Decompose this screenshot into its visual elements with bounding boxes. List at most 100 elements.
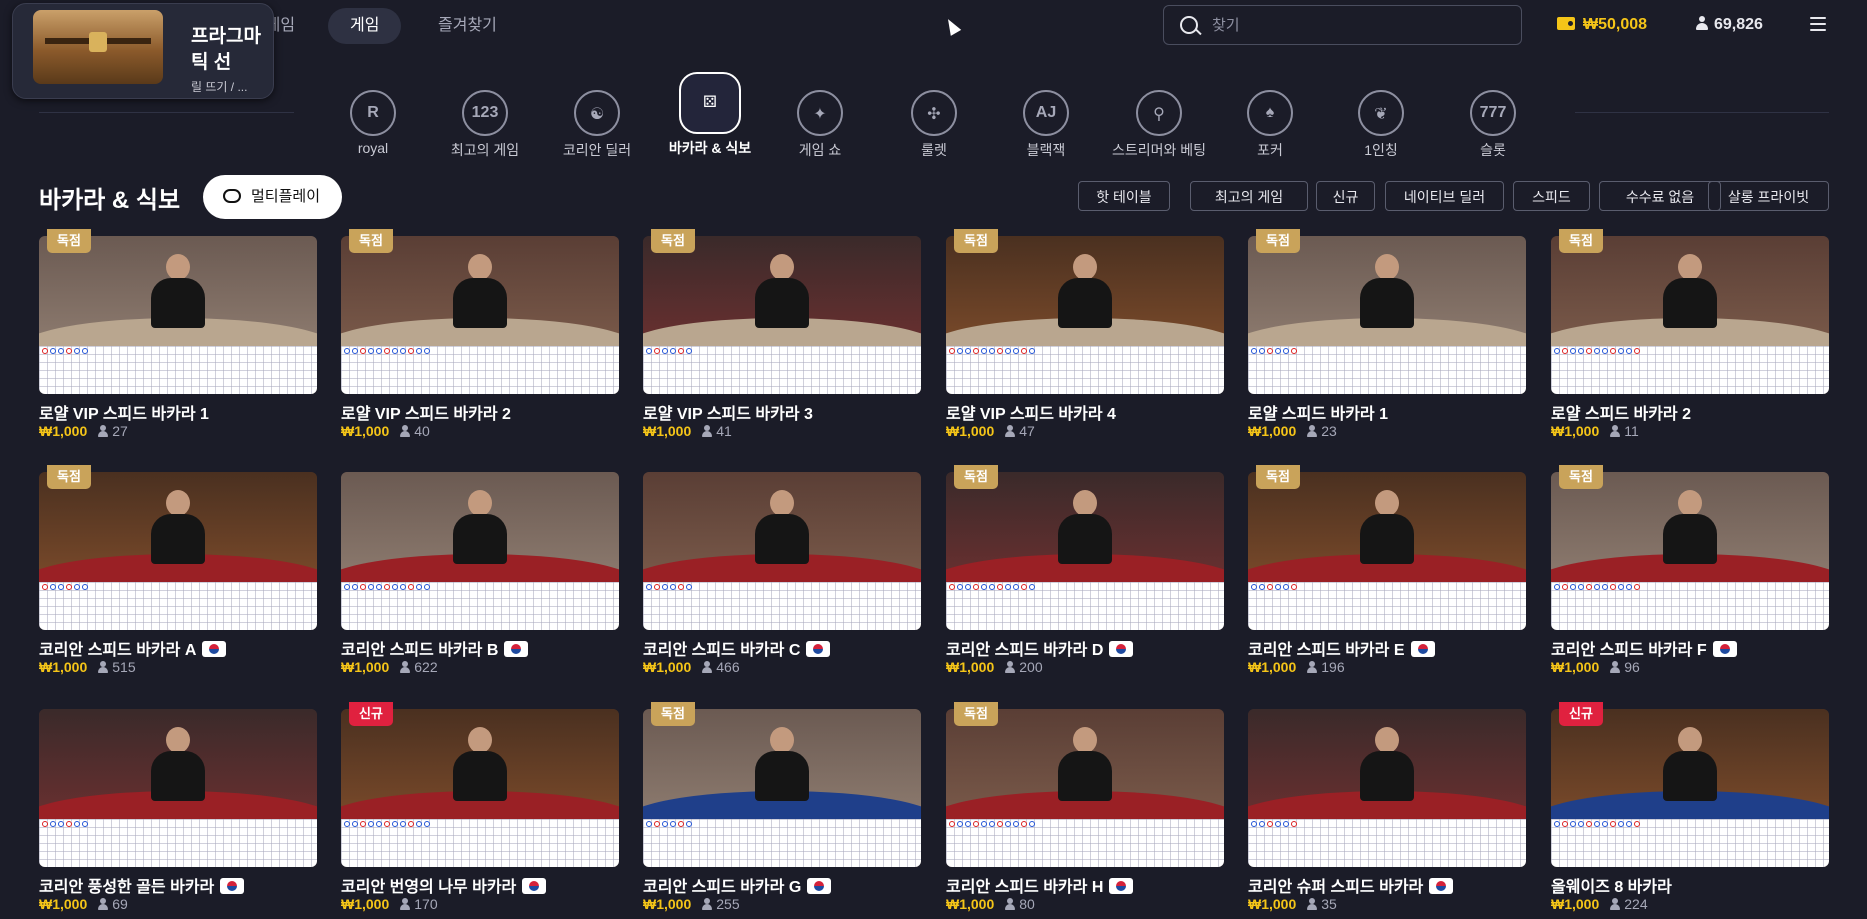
game-title-text: 코리안 슈퍼 스피드 바카라 [1248, 879, 1424, 896]
game-title[interactable]: 로얄 VIP 스피드 바카라 4 [946, 400, 1116, 424]
filter-button-1[interactable]: 최고의 게임 [1190, 181, 1308, 211]
game-card[interactable]: 신규 코리안 번영의 나무 바카라 ₩1,000 170 [341, 702, 619, 919]
game-card[interactable]: 코리안 풍성한 골든 바카라 ₩1,000 69 [39, 709, 317, 919]
game-title[interactable]: 코리안 슈퍼 스피드 바카라 [1248, 873, 1454, 897]
wallet-icon [1557, 17, 1575, 30]
korea-flag-icon [1712, 641, 1737, 657]
game-thumbnail[interactable] [1551, 472, 1829, 630]
game-card[interactable]: 독점 코리안 스피드 바카라 G ₩1,000 255 [643, 702, 921, 919]
game-card[interactable]: 독점 로얄 스피드 바카라 2 ₩1,000 11 [1551, 229, 1829, 446]
game-thumbnail[interactable] [643, 709, 921, 867]
game-card[interactable]: 독점 로얄 VIP 스피드 바카라 1 ₩1,000 27 [39, 229, 317, 446]
game-thumbnail[interactable] [39, 472, 317, 630]
category-icon-glyph: ⚄ [703, 94, 717, 111]
balance-amount: ₩50,008 [1583, 16, 1648, 33]
game-title[interactable]: 로얄 VIP 스피드 바카라 1 [39, 400, 209, 424]
game-card[interactable]: 독점 코리안 스피드 바카라 D ₩1,000 200 [946, 465, 1224, 682]
category-2[interactable]: ☯ 코리안 딜러 [547, 84, 647, 160]
search-input[interactable] [1210, 12, 1504, 38]
game-card[interactable]: 독점 로얄 VIP 스피드 바카라 2 ₩1,000 40 [341, 229, 619, 446]
game-title-text: 코리안 스피드 바카라 B [341, 642, 499, 659]
game-thumbnail[interactable] [1551, 236, 1829, 394]
game-thumbnail[interactable] [946, 236, 1224, 394]
game-title[interactable]: 로얄 스피드 바카라 2 [1551, 400, 1691, 424]
game-title[interactable]: 코리안 번영의 나무 바카라 [341, 873, 547, 897]
game-thumbnail[interactable] [946, 709, 1224, 867]
hamburger-menu-icon[interactable] [1810, 17, 1826, 31]
search-box[interactable] [1163, 5, 1522, 45]
game-thumbnail[interactable] [1248, 472, 1526, 630]
min-bet: ₩1,000 [1551, 659, 1600, 675]
game-title-text: 로얄 스피드 바카라 2 [1551, 406, 1691, 423]
game-title[interactable]: 코리안 스피드 바카라 C [643, 636, 831, 660]
player-count: 27 [112, 423, 128, 439]
game-title[interactable]: 로얄 VIP 스피드 바카라 2 [341, 400, 511, 424]
filter-button-4[interactable]: 스피드 [1513, 181, 1590, 211]
category-8[interactable]: ♠ 포커 [1220, 84, 1320, 160]
min-bet: ₩1,000 [643, 896, 692, 912]
filter-button-5[interactable]: 수수료 없음 [1599, 181, 1721, 211]
player-count: 11 [1624, 423, 1639, 439]
category-10[interactable]: 777 슬롯 [1443, 84, 1543, 160]
game-card[interactable]: 독점 코리안 스피드 바카라 A ₩1,000 515 [39, 465, 317, 682]
game-card[interactable]: 독점 코리안 스피드 바카라 H ₩1,000 80 [946, 702, 1224, 919]
category-0[interactable]: Rroyal [323, 84, 423, 156]
category-3[interactable]: ⚄ 바카라 & 식보 [660, 72, 760, 158]
game-card[interactable]: 독점 코리안 스피드 바카라 E ₩1,000 196 [1248, 465, 1526, 682]
game-card[interactable]: 신규 올웨이즈 8 바카라 ₩1,000 224 [1551, 702, 1829, 919]
game-thumbnail[interactable] [643, 472, 921, 630]
game-thumbnail[interactable] [946, 472, 1224, 630]
game-title[interactable]: 로얄 VIP 스피드 바카라 3 [643, 400, 813, 424]
multiplay-button[interactable]: 멀티플레이 [203, 175, 343, 219]
filter-button-3[interactable]: 네이티브 딜러 [1385, 181, 1504, 211]
promo-popup[interactable]: 프라그마틱 선 릴 뜨기 / ... [12, 3, 274, 99]
korea-flag-icon [1109, 641, 1134, 657]
game-title[interactable]: 코리안 스피드 바카라 G [643, 873, 832, 897]
category-7[interactable]: ⚲ 스트리머와 베팅 [1109, 84, 1209, 160]
game-thumbnail[interactable] [341, 709, 619, 867]
game-card[interactable]: 코리안 슈퍼 스피드 바카라 ₩1,000 35 [1248, 709, 1526, 919]
game-title[interactable]: 로얄 스피드 바카라 1 [1248, 400, 1388, 424]
game-thumbnail[interactable] [643, 236, 921, 394]
game-thumbnail[interactable] [39, 709, 317, 867]
game-title[interactable]: 코리안 스피드 바카라 B [341, 636, 529, 660]
road-map [341, 582, 619, 630]
game-card[interactable]: 독점 로얄 VIP 스피드 바카라 3 ₩1,000 41 [643, 229, 921, 446]
filter-button-2[interactable]: 신규 [1316, 181, 1375, 211]
game-card[interactable]: 코리안 스피드 바카라 B ₩1,000 622 [341, 472, 619, 682]
game-title[interactable]: 코리안 스피드 바카라 H [946, 873, 1134, 897]
game-thumbnail[interactable] [1248, 709, 1526, 867]
game-thumbnail[interactable] [39, 236, 317, 394]
game-thumbnail[interactable] [1248, 236, 1526, 394]
game-title[interactable]: 코리안 스피드 바카라 E [1248, 636, 1435, 660]
game-title[interactable]: 코리안 스피드 바카라 A [39, 636, 227, 660]
game-thumbnail[interactable] [341, 472, 619, 630]
category-label: 최고의 게임 [450, 142, 520, 158]
wallet-balance[interactable]: ₩50,008 [1557, 13, 1647, 37]
category-1[interactable]: 123 최고의 게임 [435, 84, 535, 160]
filter-button-0[interactable]: 핫 테이블 [1078, 181, 1170, 211]
tab-games[interactable]: 게임 [328, 8, 402, 44]
game-card[interactable]: 독점 로얄 스피드 바카라 1 ₩1,000 23 [1248, 229, 1526, 446]
game-title[interactable]: 코리안 풍성한 골든 바카라 [39, 873, 245, 897]
game-card[interactable]: 독점 로얄 VIP 스피드 바카라 4 ₩1,000 47 [946, 229, 1224, 446]
game-title[interactable]: 올웨이즈 8 바카라 [1551, 873, 1672, 897]
tab-favorites[interactable]: 즐겨찾기 [416, 8, 519, 44]
game-title[interactable]: 코리안 스피드 바카라 D [946, 636, 1134, 660]
category-6[interactable]: AJ 블랙잭 [996, 84, 1096, 160]
category-5[interactable]: ✣ 룰렛 [884, 84, 984, 160]
game-thumbnail[interactable] [341, 236, 619, 394]
category-4[interactable]: ✦ 게임 쇼 [770, 84, 870, 160]
road-map [643, 819, 921, 867]
category-icon-glyph: ☯ [589, 106, 605, 123]
user-icon [1609, 661, 1621, 673]
filter-button-6[interactable]: 살롱 프라이빗 [1708, 181, 1829, 211]
game-title[interactable]: 코리안 스피드 바카라 F [1551, 636, 1737, 660]
category-9[interactable]: ❦ 1인칭 [1331, 84, 1431, 160]
game-card[interactable]: 독점 코리안 스피드 바카라 F ₩1,000 96 [1551, 465, 1829, 682]
dealer-figure [453, 727, 507, 801]
game-thumbnail[interactable] [1551, 709, 1829, 867]
game-card[interactable]: 코리안 스피드 바카라 C ₩1,000 466 [643, 472, 921, 682]
streamer-mic-icon: ⚲ [1136, 90, 1182, 136]
category-divider-left [39, 112, 294, 113]
